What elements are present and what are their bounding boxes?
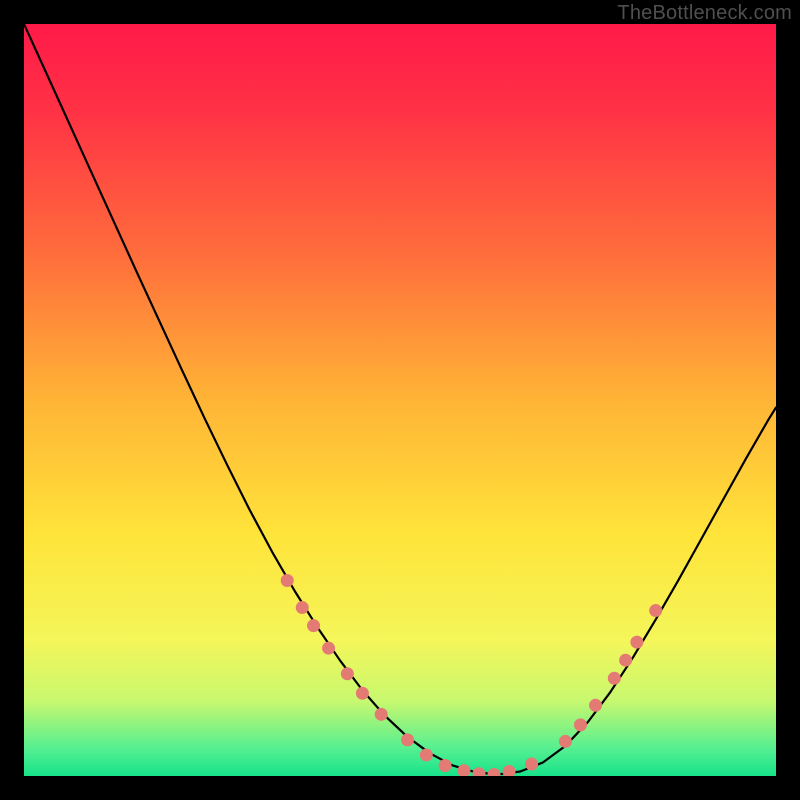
marker-dot: [619, 654, 632, 667]
marker-dot: [559, 735, 572, 748]
marker-dot: [589, 699, 602, 712]
marker-dot: [574, 718, 587, 731]
marker-dot: [608, 672, 621, 685]
marker-dot: [439, 759, 452, 772]
marker-dot: [356, 687, 369, 700]
marker-dot: [420, 748, 433, 761]
gradient-background: [24, 24, 776, 776]
marker-dot: [375, 708, 388, 721]
chart-frame: [24, 24, 776, 776]
watermark-text: TheBottleneck.com: [617, 2, 792, 25]
marker-dot: [525, 757, 538, 770]
bottleneck-chart: [24, 24, 776, 776]
marker-dot: [401, 733, 414, 746]
marker-dot: [307, 619, 320, 632]
marker-dot: [630, 636, 643, 649]
marker-dot: [296, 601, 309, 614]
marker-dot: [341, 667, 354, 680]
marker-dot: [649, 604, 662, 617]
marker-dot: [322, 642, 335, 655]
marker-dot: [281, 574, 294, 587]
